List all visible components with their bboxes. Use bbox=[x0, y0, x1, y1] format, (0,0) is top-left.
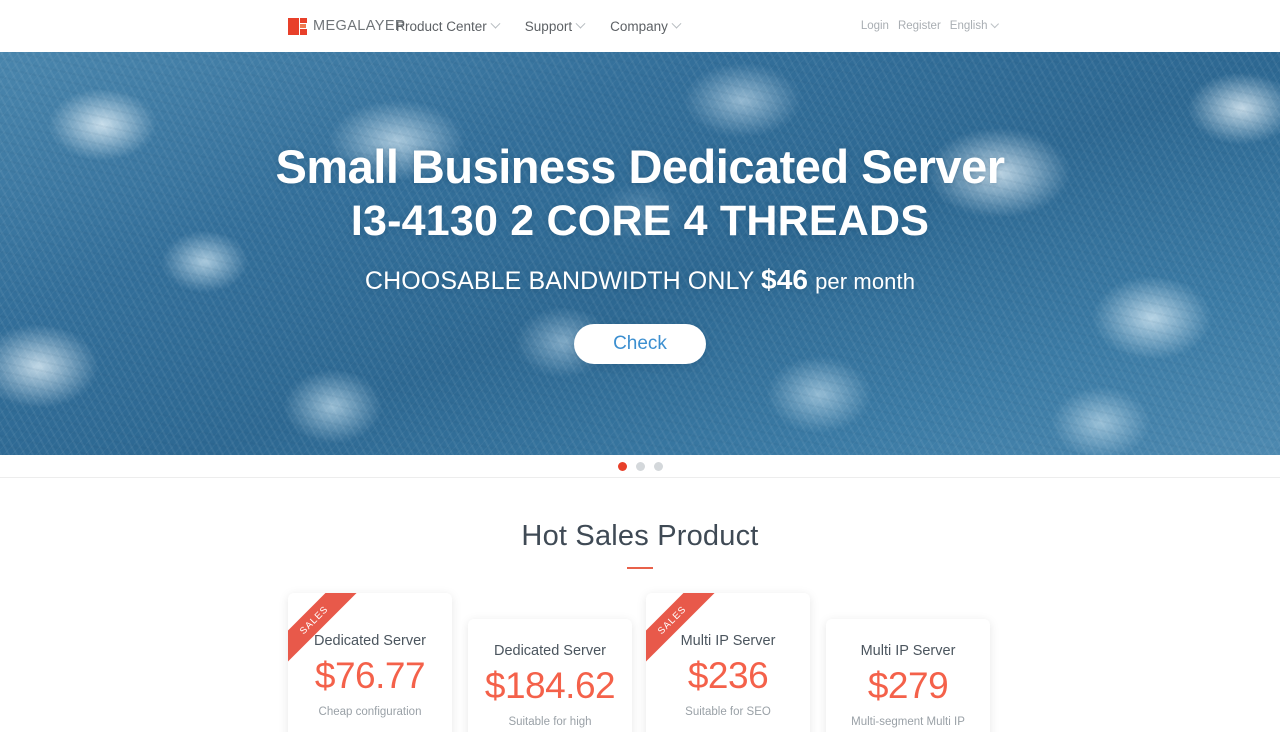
product-card-1[interactable]: SALES Dedicated Server $76.77 Cheap conf… bbox=[288, 593, 452, 732]
hero-price: $46 bbox=[761, 264, 809, 296]
product-card-3[interactable]: SALES Multi IP Server $236 Suitable for … bbox=[646, 593, 810, 732]
product-description: Multi-segment Multi IP bbox=[851, 715, 965, 728]
carousel-dot-3[interactable] bbox=[653, 461, 663, 471]
hot-sales-title: Hot Sales Product bbox=[521, 520, 759, 552]
product-description: Suitable for SEO bbox=[685, 705, 771, 718]
title-accent-rule bbox=[627, 567, 653, 569]
carousel-dot-2[interactable] bbox=[635, 461, 645, 471]
product-card-list: SALES Dedicated Server $76.77 Cheap conf… bbox=[0, 593, 1280, 732]
hero-subtitle: CHOOSABLE BANDWIDTH ONLY $46 per month bbox=[365, 264, 915, 296]
language-label: English bbox=[949, 20, 988, 32]
account-links: Login Register English bbox=[861, 0, 999, 52]
nav-item-company[interactable]: Company bbox=[610, 0, 682, 52]
chevron-down-icon bbox=[490, 18, 501, 29]
chevron-down-icon bbox=[990, 19, 999, 28]
login-link[interactable]: Login bbox=[861, 20, 889, 32]
brand-logo-link[interactable]: MEGALAYER bbox=[288, 0, 406, 52]
header-inner: MEGALAYER Product Center Support Company… bbox=[0, 0, 1280, 52]
brand-name: MEGALAYER bbox=[313, 18, 406, 34]
hero-content: Small Business Dedicated Server I3-4130 … bbox=[0, 52, 1280, 455]
nav-label-support: Support bbox=[524, 18, 573, 34]
product-price: $279 bbox=[867, 665, 949, 706]
megalayer-logo-icon bbox=[288, 17, 307, 35]
hero-title-line1: Small Business Dedicated Server bbox=[275, 140, 1005, 193]
nav-item-support[interactable]: Support bbox=[524, 0, 586, 52]
register-link[interactable]: Register bbox=[898, 20, 941, 32]
hero-title-line2: I3-4130 2 CORE 4 THREADS bbox=[350, 197, 930, 246]
site-header: MEGALAYER Product Center Support Company… bbox=[0, 0, 1280, 52]
product-title: Multi IP Server bbox=[860, 643, 956, 659]
carousel-indicators bbox=[0, 455, 1280, 477]
product-price: $184.62 bbox=[484, 665, 616, 706]
product-price: $76.77 bbox=[314, 655, 426, 696]
main-navigation: Product Center Support Company bbox=[396, 0, 682, 52]
chevron-down-icon bbox=[671, 18, 682, 29]
product-title: Dedicated Server bbox=[493, 643, 607, 659]
hero-subtitle-prefix: CHOOSABLE BANDWIDTH ONLY bbox=[364, 267, 754, 296]
hot-sales-section: Hot Sales Product SALES Dedicated Server… bbox=[0, 478, 1280, 732]
chevron-down-icon bbox=[575, 18, 586, 29]
nav-item-product-center[interactable]: Product Center bbox=[396, 0, 501, 52]
nav-label-product-center: Product Center bbox=[396, 18, 487, 34]
product-card-4[interactable]: Multi IP Server $279 Multi-segment Multi… bbox=[826, 619, 990, 732]
check-button[interactable]: Check bbox=[574, 324, 706, 365]
product-price: $236 bbox=[687, 655, 769, 696]
hero-banner: Small Business Dedicated Server I3-4130 … bbox=[0, 52, 1280, 455]
product-card-2[interactable]: Dedicated Server $184.62 Suitable for hi… bbox=[468, 619, 632, 732]
nav-label-company: Company bbox=[610, 18, 668, 34]
product-description: Cheap configuration bbox=[318, 705, 422, 718]
hero-subtitle-suffix: per month bbox=[815, 269, 916, 295]
product-description: Suitable for high bbox=[508, 715, 592, 728]
language-selector[interactable]: English bbox=[949, 19, 999, 32]
carousel-dot-1[interactable] bbox=[617, 461, 627, 471]
